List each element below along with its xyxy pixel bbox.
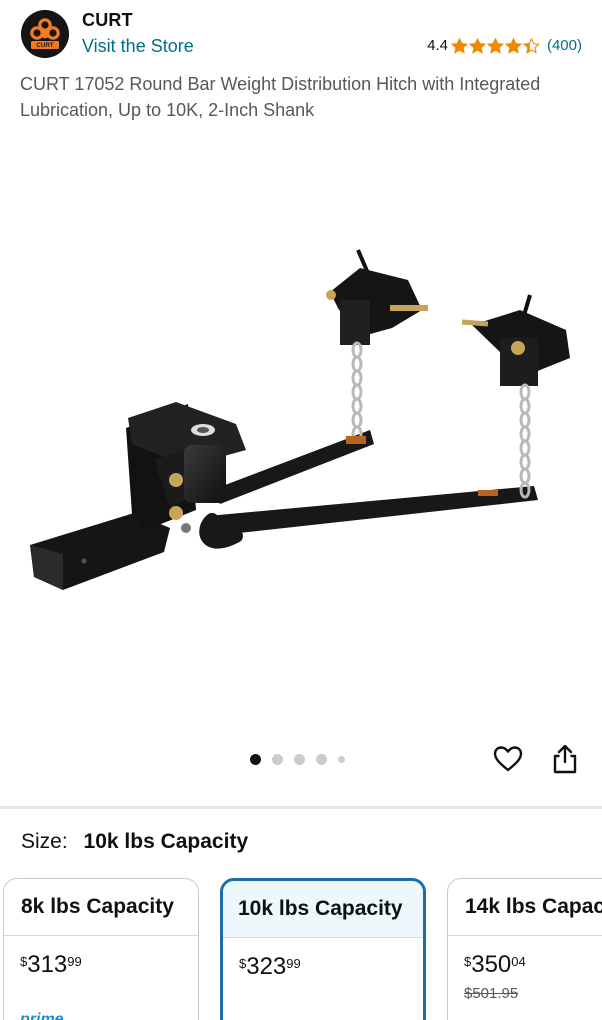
size-option-name: 14k lbs Capacity: [448, 879, 602, 936]
product-title: CURT 17052 Round Bar Weight Distribution…: [20, 74, 541, 120]
brand-header: CURT CURT Visit the Store 4.4 (400): [0, 0, 602, 72]
star-full-icon: [504, 37, 522, 54]
star-partial-icon: [522, 37, 540, 54]
prime-badge: prime: [20, 1011, 64, 1020]
image-carousel-indicator[interactable]: [250, 753, 356, 765]
carousel-dot[interactable]: [316, 753, 327, 765]
product-image[interactable]: [0, 160, 602, 730]
size-selector-heading: Size: 10k lbs Capacity: [21, 830, 248, 854]
price-symbol: $: [464, 954, 472, 969]
logo-text: CURT: [36, 42, 53, 49]
price-whole: 323: [246, 953, 287, 980]
selected-size: 10k lbs Capacity: [83, 830, 249, 853]
size-option-name: 8k lbs Capacity: [4, 879, 198, 936]
size-label: Size:: [21, 830, 68, 853]
carousel-dot[interactable]: [294, 753, 305, 765]
curt-logo[interactable]: CURT: [21, 10, 69, 58]
carousel-dot[interactable]: [338, 755, 345, 763]
rating-value: 4.4: [427, 37, 448, 54]
list-price: $501.95: [464, 985, 519, 1002]
price-fraction: 04: [511, 954, 526, 969]
price-whole: 350: [471, 951, 512, 978]
size-option-14k[interactable]: 14k lbs Capacity $ 350 04 $501.95: [447, 878, 602, 1020]
brand-name[interactable]: CURT: [82, 10, 133, 31]
rating-count-link[interactable]: (400): [547, 37, 582, 54]
size-option-8k[interactable]: 8k lbs Capacity $ 313 99 prime: [3, 878, 199, 1020]
share-button[interactable]: [547, 741, 583, 777]
curt-logo-mark: CURT: [21, 10, 69, 58]
size-option-name: 10k lbs Capacity: [223, 881, 423, 938]
price-symbol: $: [239, 956, 247, 971]
star-full-icon: [468, 37, 486, 54]
price-fraction: 99: [67, 954, 82, 969]
price-symbol: $: [20, 954, 28, 969]
rating-summary[interactable]: 4.4 (400): [427, 37, 582, 54]
price-fraction: 99: [286, 956, 301, 971]
heart-icon: [493, 746, 523, 772]
star-full-icon: [486, 37, 504, 54]
option-price: $ 350 04: [464, 951, 526, 979]
section-divider: [0, 806, 602, 809]
wishlist-button[interactable]: [490, 741, 526, 777]
star-rating: [450, 37, 541, 54]
carousel-dot-active[interactable]: [250, 753, 261, 765]
visit-store-link[interactable]: Visit the Store: [82, 36, 194, 57]
share-icon: [553, 744, 577, 774]
option-price: $ 323 99: [239, 953, 301, 981]
price-whole: 313: [27, 951, 68, 978]
weight-distribution-hitch-image: [30, 249, 570, 590]
option-price: $ 313 99: [20, 951, 82, 979]
size-option-10k[interactable]: 10k lbs Capacity $ 323 99: [220, 878, 426, 1020]
star-full-icon: [450, 37, 468, 54]
carousel-dot[interactable]: [272, 753, 283, 765]
